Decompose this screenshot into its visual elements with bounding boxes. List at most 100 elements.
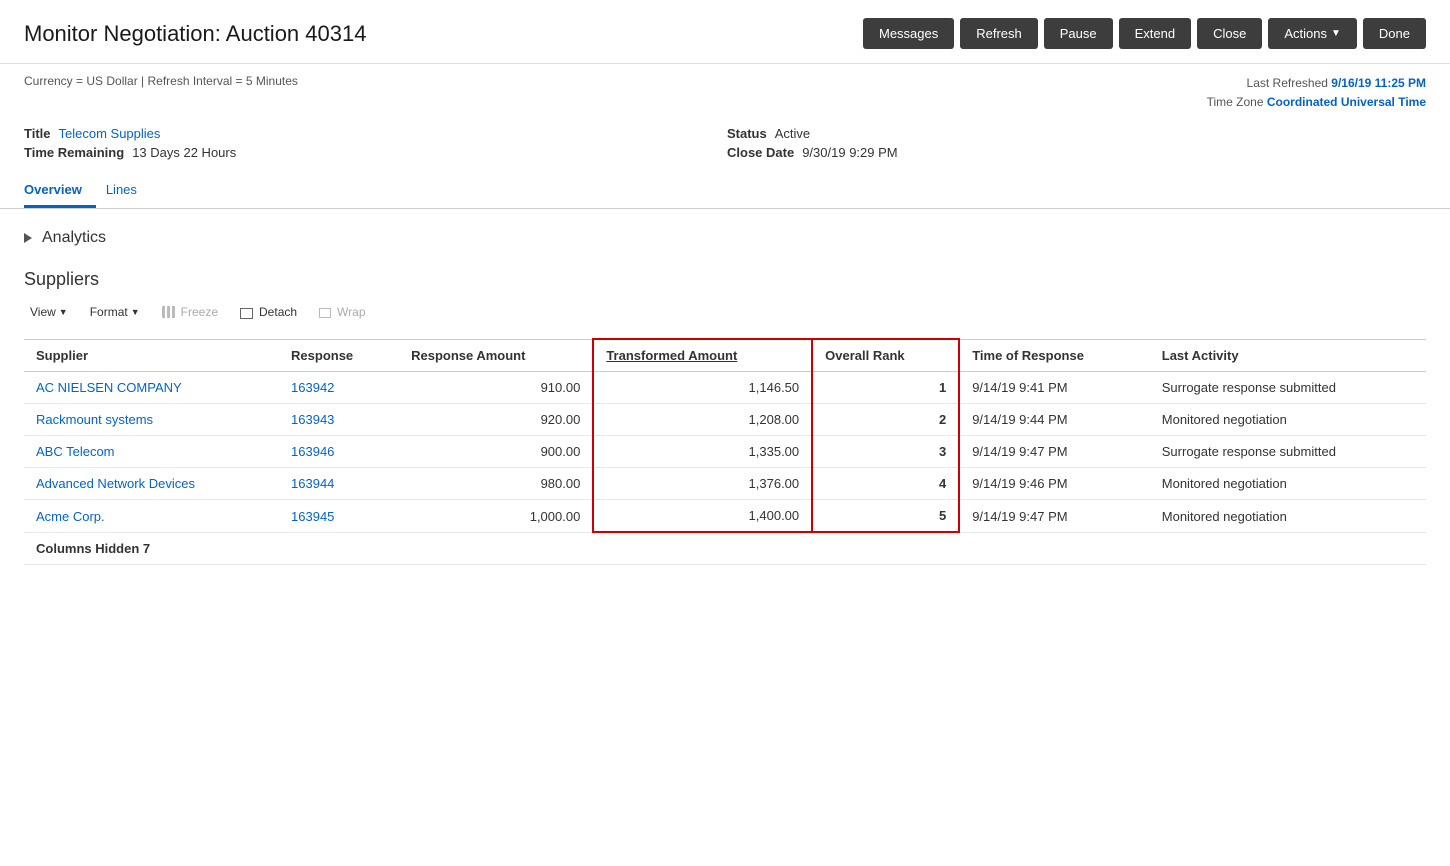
cell-response-amount: 980.00 [399, 468, 593, 500]
close-button[interactable]: Close [1197, 18, 1262, 49]
page-wrapper: Monitor Negotiation: Auction 40314 Messa… [0, 0, 1450, 866]
info-bar: Currency = US Dollar | Refresh Interval … [0, 64, 1450, 118]
cell-response: 163945 [279, 500, 399, 533]
header-buttons: Messages Refresh Pause Extend Close Acti… [863, 18, 1426, 49]
tab-overview[interactable]: Overview [24, 174, 96, 208]
cell-time-of-response: 9/14/19 9:44 PM [959, 404, 1150, 436]
done-button[interactable]: Done [1363, 18, 1426, 49]
refresh-button[interactable]: Refresh [960, 18, 1038, 49]
cell-last-activity: Surrogate response submitted [1150, 436, 1426, 468]
cell-supplier: AC NIELSEN COMPANY [24, 372, 279, 404]
supplier-link[interactable]: AC NIELSEN COMPANY [36, 380, 182, 395]
close-date-row: Close Date 9/30/19 9:29 PM [727, 145, 1426, 160]
supplier-link[interactable]: Advanced Network Devices [36, 476, 195, 491]
freeze-icon [162, 306, 175, 318]
response-link[interactable]: 163943 [291, 412, 334, 427]
actions-button[interactable]: Actions ▼ [1268, 18, 1357, 49]
status-value: Active [775, 126, 810, 141]
timezone-row: Time Zone Coordinated Universal Time [1207, 93, 1426, 112]
view-button[interactable]: View ▼ [24, 302, 74, 322]
cell-response: 163946 [279, 436, 399, 468]
format-dropdown-icon: ▼ [131, 307, 140, 317]
info-left: Currency = US Dollar | Refresh Interval … [24, 74, 298, 88]
view-dropdown-icon: ▼ [59, 307, 68, 317]
response-link[interactable]: 163945 [291, 509, 334, 524]
response-link[interactable]: 163944 [291, 476, 334, 491]
wrap-button[interactable]: Wrap [313, 302, 371, 322]
status-label: Status [727, 126, 767, 141]
analytics-section: Analytics [24, 225, 1426, 251]
table-row: AC NIELSEN COMPANY 163942 910.00 1,146.5… [24, 372, 1426, 404]
cell-supplier: Advanced Network Devices [24, 468, 279, 500]
table-row: Rackmount systems 163943 920.00 1,208.00… [24, 404, 1426, 436]
details-right: Status Active Close Date 9/30/19 9:29 PM [727, 126, 1426, 164]
suppliers-table: Supplier Response Response Amount Transf… [24, 338, 1426, 565]
content: Analytics Suppliers View ▼ Format ▼ [0, 209, 1450, 581]
supplier-link[interactable]: Acme Corp. [36, 509, 105, 524]
tab-lines[interactable]: Lines [106, 174, 151, 208]
cell-last-activity: Monitored negotiation [1150, 404, 1426, 436]
cell-overall-rank: 1 [812, 372, 959, 404]
pause-button[interactable]: Pause [1044, 18, 1113, 49]
last-refreshed-row: Last Refreshed 9/16/19 11:25 PM [1207, 74, 1426, 93]
time-remaining-label: Time Remaining [24, 145, 124, 160]
cell-overall-rank: 4 [812, 468, 959, 500]
supplier-link[interactable]: Rackmount systems [36, 412, 153, 427]
col-header-last-activity: Last Activity [1150, 339, 1426, 372]
close-date-label: Close Date [727, 145, 794, 160]
cell-time-of-response: 9/14/19 9:47 PM [959, 500, 1150, 533]
cell-supplier: ABC Telecom [24, 436, 279, 468]
tabs: Overview Lines [0, 174, 1450, 209]
info-right: Last Refreshed 9/16/19 11:25 PM Time Zon… [1207, 74, 1426, 112]
cell-last-activity: Surrogate response submitted [1150, 372, 1426, 404]
actions-dropdown-arrow: ▼ [1331, 28, 1341, 39]
supplier-link[interactable]: ABC Telecom [36, 444, 115, 459]
response-link[interactable]: 163942 [291, 380, 334, 395]
messages-button[interactable]: Messages [863, 18, 954, 49]
analytics-header[interactable]: Analytics [24, 225, 1426, 251]
col-header-overall-rank: Overall Rank [812, 339, 959, 372]
cell-transformed-amount: 1,208.00 [593, 404, 812, 436]
details-section: Title Telecom Supplies Time Remaining 13… [0, 118, 1450, 174]
table-row: Advanced Network Devices 163944 980.00 1… [24, 468, 1426, 500]
columns-hidden: Columns Hidden 7 [24, 532, 1426, 565]
cell-response: 163942 [279, 372, 399, 404]
cell-time-of-response: 9/14/19 9:46 PM [959, 468, 1150, 500]
title-row: Title Telecom Supplies [24, 126, 723, 141]
title-label: Title [24, 126, 51, 141]
timezone-value: Coordinated Universal Time [1267, 95, 1426, 109]
time-remaining-value: 13 Days 22 Hours [132, 145, 236, 160]
time-remaining-row: Time Remaining 13 Days 22 Hours [24, 145, 723, 160]
table-row: ABC Telecom 163946 900.00 1,335.00 3 9/1… [24, 436, 1426, 468]
cell-response: 163943 [279, 404, 399, 436]
cell-supplier: Acme Corp. [24, 500, 279, 533]
cell-transformed-amount: 1,146.50 [593, 372, 812, 404]
col-header-response-amount: Response Amount [399, 339, 593, 372]
detach-button[interactable]: Detach [234, 302, 303, 322]
timezone-label: Time Zone [1207, 95, 1264, 109]
last-refreshed-label: Last Refreshed [1247, 76, 1328, 90]
last-refreshed-value: 9/16/19 11:25 PM [1331, 76, 1426, 90]
col-header-transformed-amount: Transformed Amount [593, 339, 812, 372]
freeze-button[interactable]: Freeze [156, 302, 224, 322]
suppliers-section: Suppliers View ▼ Format ▼ Fre [24, 269, 1426, 565]
details-left: Title Telecom Supplies Time Remaining 13… [24, 126, 723, 164]
cell-time-of-response: 9/14/19 9:47 PM [959, 436, 1150, 468]
cell-time-of-response: 9/14/19 9:41 PM [959, 372, 1150, 404]
cell-response-amount: 900.00 [399, 436, 593, 468]
cell-overall-rank: 5 [812, 500, 959, 533]
col-header-response: Response [279, 339, 399, 372]
analytics-chevron-icon [24, 233, 32, 243]
col-header-supplier: Supplier [24, 339, 279, 372]
table-row: Acme Corp. 163945 1,000.00 1,400.00 5 9/… [24, 500, 1426, 533]
cell-response: 163944 [279, 468, 399, 500]
format-button[interactable]: Format ▼ [84, 302, 146, 322]
cell-response-amount: 920.00 [399, 404, 593, 436]
response-link[interactable]: 163946 [291, 444, 334, 459]
title-value[interactable]: Telecom Supplies [59, 126, 161, 141]
col-header-time-of-response: Time of Response [959, 339, 1150, 372]
cell-response-amount: 1,000.00 [399, 500, 593, 533]
extend-button[interactable]: Extend [1119, 18, 1191, 49]
header: Monitor Negotiation: Auction 40314 Messa… [0, 0, 1450, 64]
cell-last-activity: Monitored negotiation [1150, 468, 1426, 500]
